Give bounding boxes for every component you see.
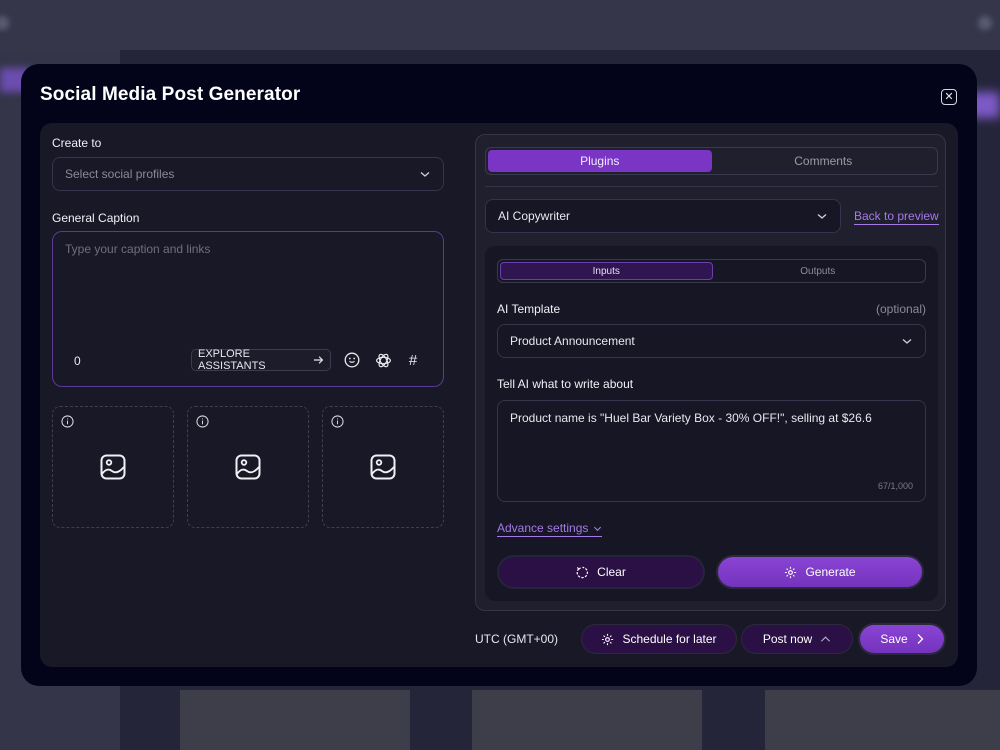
caption-placeholder: Type your caption and links — [65, 242, 211, 256]
image-icon — [235, 454, 261, 480]
tab-plugins[interactable]: Plugins — [488, 150, 712, 172]
chevron-right-icon — [917, 634, 924, 644]
info-icon[interactable] — [331, 415, 344, 428]
emoji-button[interactable] — [343, 351, 361, 369]
save-label: Save — [880, 632, 908, 646]
explore-assistants-button[interactable]: EXPLORE ASSISTANTS — [191, 348, 331, 372]
save-button[interactable]: Save — [860, 625, 944, 653]
background-topbar — [0, 0, 1000, 50]
schedule-later-label: Schedule for later — [622, 632, 717, 646]
prompt-label: Tell AI what to write about — [497, 377, 634, 391]
background-avatar — [978, 16, 992, 30]
panel-tabs: Plugins Comments — [485, 147, 938, 175]
image-icon — [370, 454, 396, 480]
ai-template-label: AI Template — [497, 302, 561, 316]
ai-copywriter-form: Inputs Outputs AI Template (optional) Pr… — [485, 246, 938, 601]
media-upload-slot[interactable] — [322, 406, 444, 528]
background-column — [180, 690, 410, 750]
image-icon — [100, 454, 126, 480]
timezone-label: UTC (GMT+00) — [475, 632, 559, 646]
io-tabs: Inputs Outputs — [497, 259, 926, 283]
arrow-right-icon — [313, 356, 323, 364]
chevron-down-icon — [594, 526, 602, 531]
ai-template-value: Product Announcement — [510, 334, 635, 348]
prompt-value: Product name is "Huel Bar Variety Box - … — [510, 411, 872, 425]
plugins-panel: Plugins Comments AI Copywriter Back to p… — [475, 134, 946, 611]
openai-icon — [375, 353, 391, 367]
post-now-button[interactable]: Post now — [742, 625, 852, 653]
clear-label: Clear — [597, 565, 626, 579]
chevron-down-icon — [817, 214, 827, 219]
tab-outputs[interactable]: Outputs — [713, 262, 924, 280]
refresh-icon — [576, 566, 589, 578]
ai-template-select[interactable]: Product Announcement — [497, 324, 926, 358]
generate-button[interactable]: Generate — [718, 557, 922, 587]
background-column — [765, 690, 1000, 750]
modal-title: Social Media Post Generator — [40, 84, 301, 105]
chevron-down-icon — [420, 172, 430, 177]
info-icon[interactable] — [196, 415, 209, 428]
advance-settings-label: Advance settings — [497, 521, 589, 535]
explore-assistants-label: EXPLORE ASSISTANTS — [198, 348, 266, 372]
plugin-select[interactable]: AI Copywriter — [485, 199, 841, 233]
chevron-up-icon — [821, 636, 831, 642]
generate-label: Generate — [805, 565, 856, 579]
media-upload-slot[interactable] — [52, 406, 174, 528]
close-icon: ✕ — [944, 90, 954, 103]
media-upload-slot[interactable] — [187, 406, 309, 528]
post-generator-modal: Social Media Post Generator ✕ Create to … — [21, 64, 977, 686]
hashtag-button[interactable]: # — [404, 351, 422, 369]
social-profiles-placeholder: Select social profiles — [65, 167, 175, 181]
caption-char-count: 0 — [74, 354, 81, 368]
divider — [485, 186, 938, 187]
chevron-down-icon — [902, 339, 912, 344]
social-profiles-select[interactable]: Select social profiles — [52, 157, 444, 191]
openai-button[interactable] — [374, 351, 392, 369]
general-caption-label: General Caption — [52, 211, 140, 225]
schedule-later-button[interactable]: Schedule for later — [582, 625, 736, 653]
optional-hint: (optional) — [875, 302, 926, 316]
magic-wand-icon — [785, 566, 797, 578]
tab-inputs[interactable]: Inputs — [500, 262, 713, 280]
advance-settings-toggle[interactable]: Advance settings — [497, 521, 603, 537]
emoji-icon — [344, 352, 360, 368]
close-button[interactable]: ✕ — [941, 89, 957, 105]
magic-wand-icon — [602, 633, 614, 645]
background-column — [472, 690, 702, 750]
prompt-char-count: 67/1,000 — [877, 481, 913, 491]
modal-content: Create to Select social profiles General… — [40, 123, 958, 667]
back-to-preview-link[interactable]: Back to preview — [854, 209, 939, 225]
info-icon[interactable] — [61, 415, 74, 428]
prompt-textarea[interactable]: Product name is "Huel Bar Variety Box - … — [497, 400, 926, 502]
hashtag-icon: # — [408, 351, 418, 369]
caption-input[interactable]: Type your caption and links 0 EXPLORE AS… — [52, 231, 444, 387]
clear-button[interactable]: Clear — [499, 557, 703, 587]
create-to-label: Create to — [52, 136, 102, 150]
tab-comments[interactable]: Comments — [712, 150, 936, 172]
post-now-label: Post now — [762, 632, 813, 646]
plugin-select-value: AI Copywriter — [498, 209, 571, 223]
